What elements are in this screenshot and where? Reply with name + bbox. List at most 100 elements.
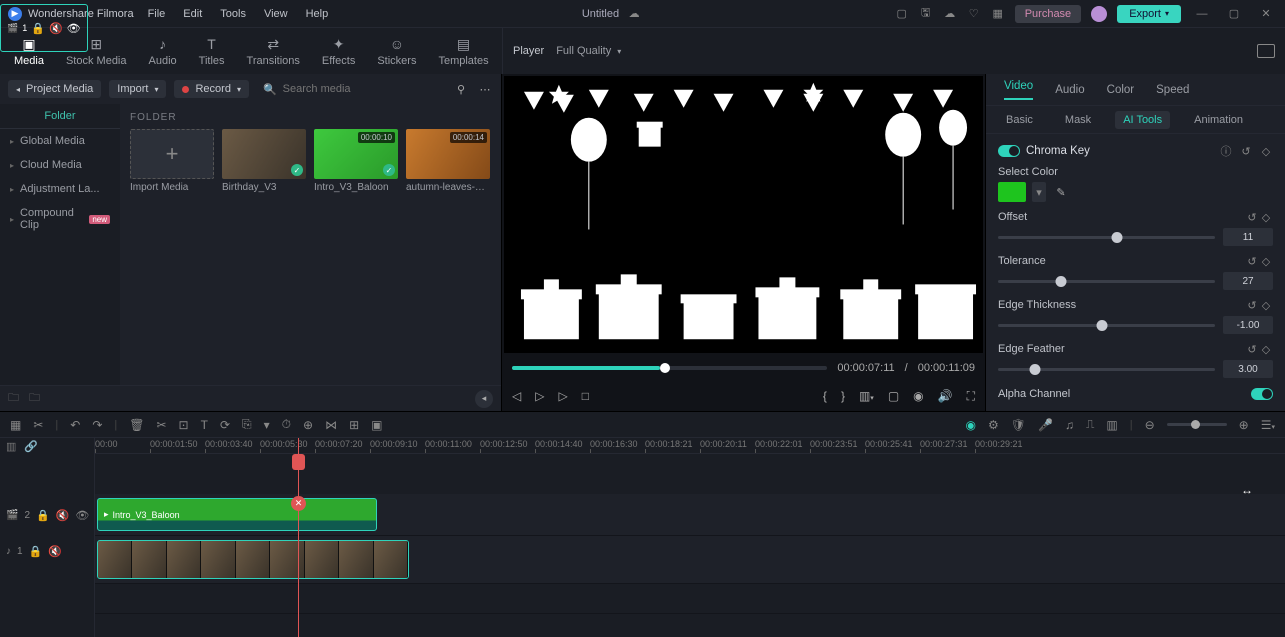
keyframe-icon[interactable]: ◇ — [1259, 342, 1273, 356]
tree-compound-clip[interactable]: ▸Compound Clipnew — [0, 201, 120, 237]
color-dropdown[interactable]: ▾ — [1032, 182, 1046, 202]
track-head-v1[interactable]: 🎬1🔒🔇👁 — [0, 4, 88, 52]
chroma-toggle[interactable] — [998, 145, 1020, 157]
rtab-video[interactable]: Video — [1004, 80, 1033, 100]
rtab2-aitools[interactable]: AI Tools — [1115, 111, 1170, 129]
scrub-bar[interactable] — [512, 366, 827, 370]
tolerance-value[interactable]: 27 — [1223, 272, 1273, 290]
color-swatch[interactable] — [998, 182, 1026, 202]
folder-head[interactable]: Folder — [0, 104, 120, 129]
crop-icon[interactable]: ⊡ — [179, 418, 189, 432]
tab-transitions[interactable]: ⇄Transitions — [247, 35, 300, 67]
mark-in-icon[interactable]: { — [823, 389, 827, 403]
rtab-color[interactable]: Color — [1107, 84, 1134, 96]
close-button[interactable]: ✕ — [1255, 7, 1277, 20]
rotate-icon[interactable]: ⟳ — [220, 418, 230, 432]
mark-out-icon[interactable]: } — [841, 389, 845, 403]
info-icon[interactable]: ⓘ — [1219, 144, 1233, 158]
tl-mic-icon[interactable]: 🎤 — [1038, 418, 1053, 432]
volume-icon[interactable]: 🔊 — [938, 389, 953, 403]
menu-view[interactable]: View — [264, 8, 288, 20]
eyedropper-icon[interactable]: ✎ — [1052, 183, 1070, 201]
preview-canvas[interactable] — [504, 76, 983, 353]
track-v1[interactable] — [95, 536, 1285, 584]
maximize-button[interactable]: ▢ — [1223, 7, 1245, 20]
display-icon[interactable]: ▢ — [888, 389, 899, 403]
zoom-out-icon[interactable]: ⊖ — [1145, 418, 1155, 432]
search-input[interactable] — [283, 83, 445, 95]
green-screen-icon[interactable]: ◉ — [966, 418, 976, 432]
mute-icon[interactable]: 🔇 — [56, 509, 70, 522]
cloud-icon[interactable]: ☁ — [943, 7, 957, 21]
menu-tools[interactable]: Tools — [220, 8, 246, 20]
menu-edit[interactable]: Edit — [183, 8, 202, 20]
reset-icon[interactable]: ↺ — [1245, 342, 1259, 356]
tree-adjustment-layer[interactable]: ▸Adjustment La... — [0, 177, 120, 201]
tl-select-icon[interactable]: ▦ — [10, 418, 21, 432]
save-icon[interactable]: 🖫 — [919, 7, 933, 21]
minimize-button[interactable]: — — [1191, 8, 1213, 20]
marker-icon[interactable]: ▾ — [264, 418, 270, 432]
fullscreen-icon[interactable]: ⛶ — [967, 389, 975, 404]
project-media-dropdown[interactable]: ◂Project Media — [8, 80, 101, 98]
tile-autumn[interactable]: 00:00:14 autumn-leaves-92681 — [406, 129, 490, 193]
delete-icon[interactable]: 🗑 — [129, 418, 144, 432]
track-head-v2[interactable]: 🎬2🔒🔇👁 — [0, 494, 94, 536]
track-v2[interactable]: ▸Intro_V3_Baloon — [95, 494, 1285, 536]
tree-global-media[interactable]: ▸Global Media — [0, 129, 120, 153]
user-avatar[interactable] — [1091, 6, 1107, 22]
tl-link-icon[interactable]: 🔗 — [24, 440, 38, 453]
layout-icon[interactable]: ▢ — [895, 7, 909, 21]
next-frame-icon[interactable]: ▷ — [558, 389, 567, 403]
edgefeather-slider[interactable] — [998, 368, 1215, 371]
import-button[interactable]: Import▾ — [109, 80, 166, 98]
tile-intro-baloon[interactable]: 00:00:10✓ Intro_V3_Baloon — [314, 129, 398, 193]
reset-icon[interactable]: ↺ — [1245, 298, 1259, 312]
new-folder-icon[interactable]: 🗀 — [8, 389, 19, 408]
track-icon[interactable]: ⋈ — [325, 418, 337, 432]
tab-effects[interactable]: ✦Effects — [322, 35, 355, 67]
tree-cloud-media[interactable]: ▸Cloud Media — [0, 153, 120, 177]
timeline-ruler[interactable]: 00:0000:00:01:5000:00:03:4000:00:05:3000… — [95, 438, 1285, 454]
lock-icon[interactable]: 🔒 — [29, 545, 43, 558]
undo-icon[interactable]: ↶ — [70, 418, 80, 432]
clip-intro-baloon[interactable]: ▸Intro_V3_Baloon — [97, 498, 377, 531]
prev-frame-icon[interactable]: ◁ — [512, 389, 521, 403]
edgefeather-value[interactable]: 3.00 — [1223, 360, 1273, 378]
text-icon[interactable]: T — [201, 418, 208, 432]
offset-value[interactable]: 11 — [1223, 228, 1273, 246]
tl-view-icon[interactable]: ☰▾ — [1261, 418, 1275, 432]
keyframe-icon[interactable]: ◇ — [1259, 144, 1273, 158]
playhead[interactable] — [298, 438, 299, 637]
ratio-icon[interactable]: ▥▾ — [859, 389, 874, 403]
more-icon[interactable]: ⋯ — [477, 83, 493, 96]
render-icon[interactable]: ▣ — [371, 418, 382, 432]
rtab-audio[interactable]: Audio — [1055, 84, 1084, 96]
tl-mixer-icon[interactable]: ⎍ — [1086, 417, 1094, 432]
zoom-fit-icon[interactable]: ⊕ — [303, 418, 313, 432]
zoom-in-icon[interactable]: ⊕ — [1239, 418, 1249, 432]
rtab2-basic[interactable]: Basic — [998, 111, 1041, 129]
purchase-button[interactable]: Purchase — [1015, 5, 1081, 23]
reset-icon[interactable]: ↺ — [1239, 144, 1253, 158]
zoom-slider[interactable] — [1167, 423, 1227, 426]
mute-icon[interactable]: 🔇 — [49, 22, 63, 35]
search-media[interactable]: 🔍 — [257, 83, 445, 96]
tile-birthday[interactable]: ✓ Birthday_V3 — [222, 129, 306, 193]
tab-templates[interactable]: ▤Templates — [438, 35, 488, 67]
apps-icon[interactable]: ▦ — [991, 7, 1005, 21]
reset-icon[interactable]: ↺ — [1245, 210, 1259, 224]
export-button[interactable]: Export▾ — [1117, 5, 1181, 23]
thumbnail-icon[interactable] — [1257, 44, 1275, 58]
tl-icon-2[interactable]: 🛡 — [1011, 418, 1026, 432]
snapshot-icon[interactable]: ◉ — [913, 389, 923, 403]
lock-icon[interactable]: 🔒 — [31, 22, 45, 35]
tl-icon-4[interactable]: ▥ — [1106, 418, 1117, 432]
alpha-toggle[interactable] — [1251, 388, 1273, 400]
keyframe-icon[interactable]: ◇ — [1259, 254, 1273, 268]
split-icon[interactable]: ✂ — [156, 418, 166, 432]
filter-icon[interactable]: ⚲ — [453, 83, 469, 96]
edgethick-slider[interactable] — [998, 324, 1215, 327]
speed-icon[interactable]: ⏱ — [282, 417, 291, 432]
rtab-speed[interactable]: Speed — [1156, 84, 1189, 96]
